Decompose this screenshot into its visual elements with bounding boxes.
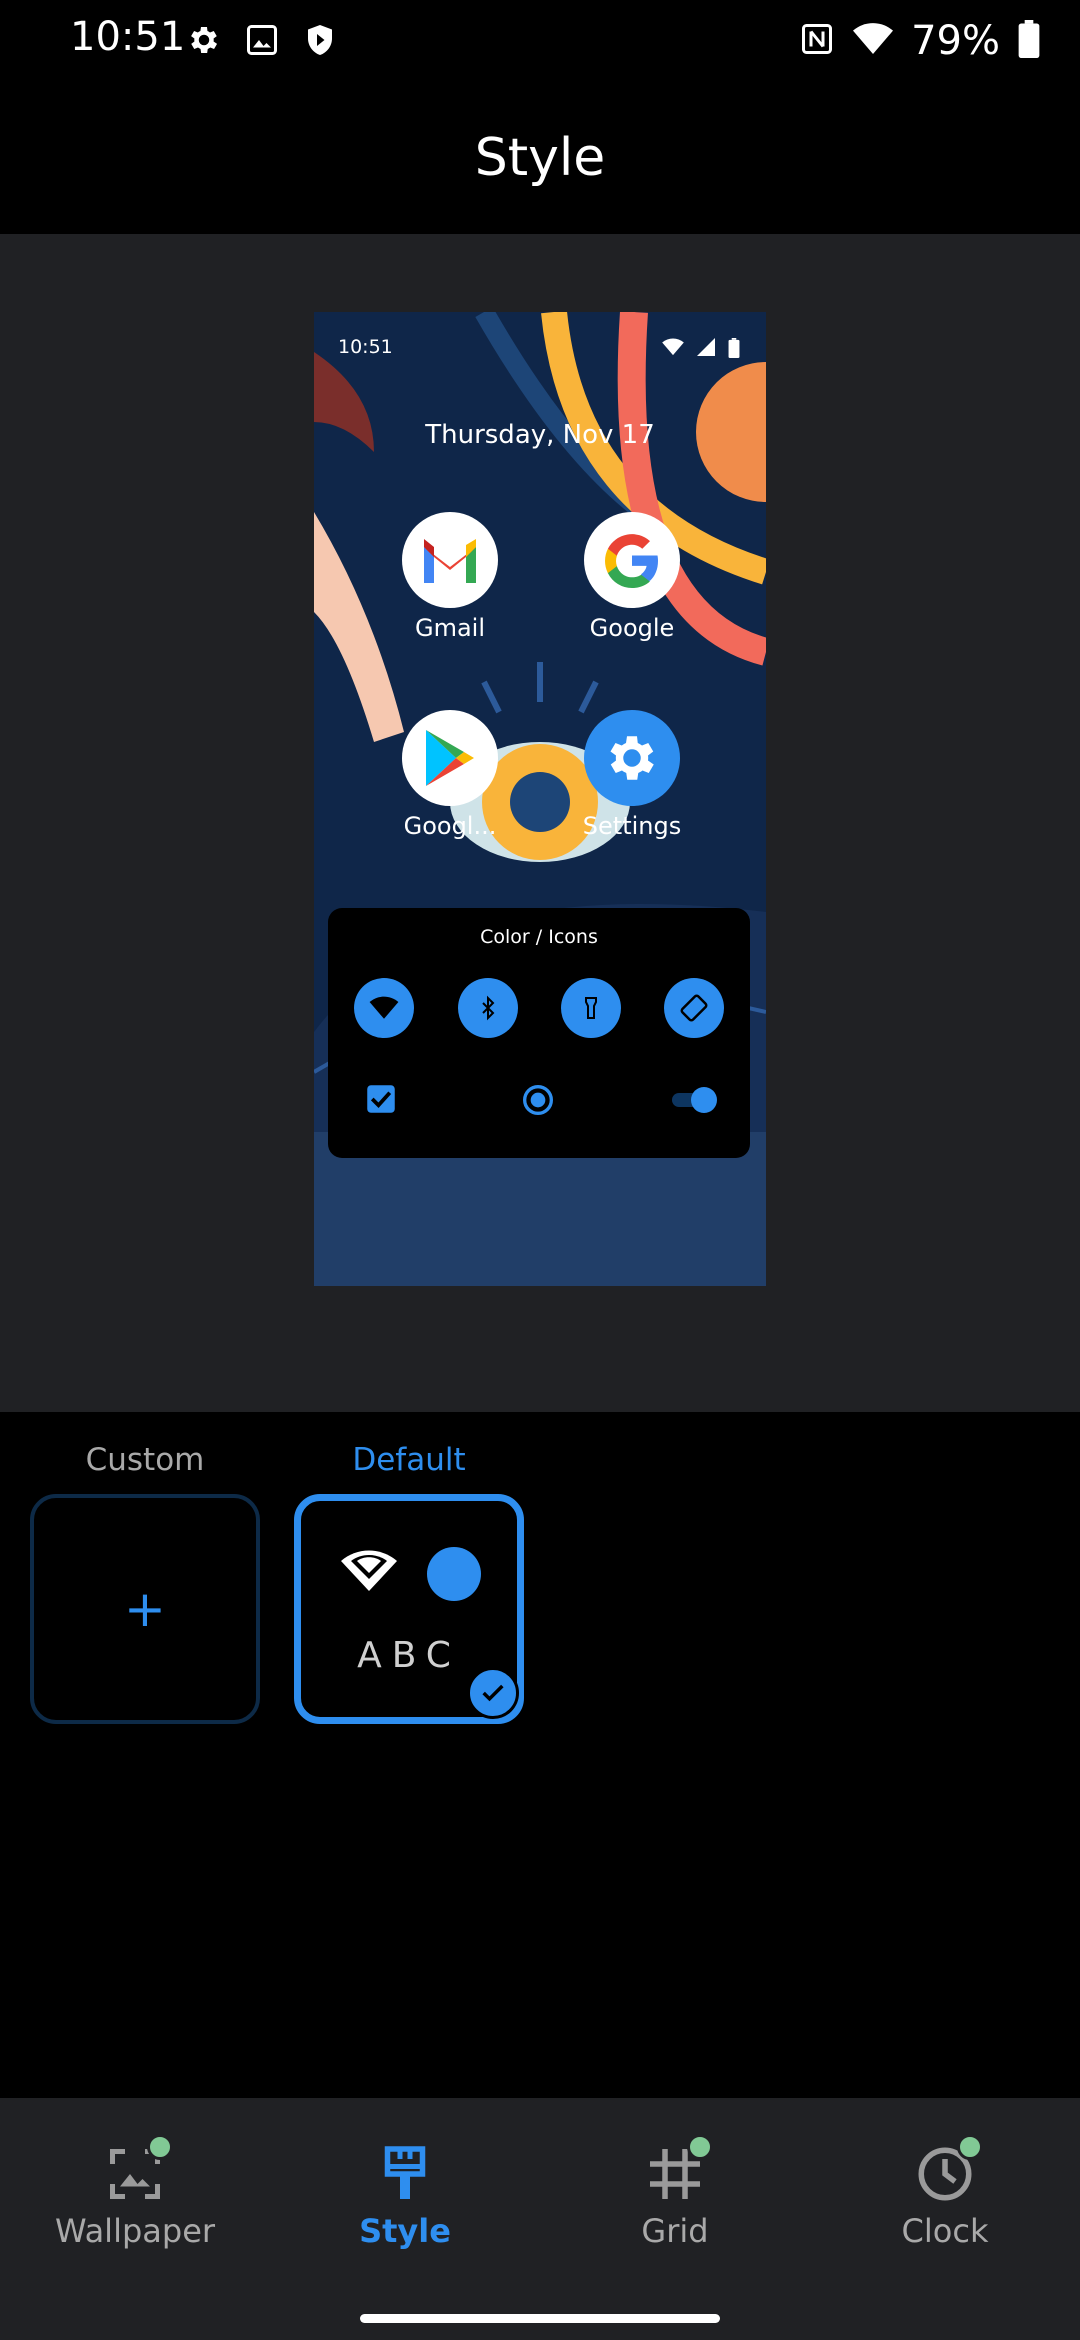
checkbox-sample bbox=[366, 1084, 396, 1118]
status-bar: 10:51 79% bbox=[0, 0, 1080, 84]
status-left-icons bbox=[186, 22, 338, 62]
grid-icon bbox=[645, 2134, 713, 2204]
quick-settings-title: Color / Icons bbox=[480, 926, 598, 948]
quick-settings-preview: Color / Icons bbox=[328, 908, 750, 1158]
settings-icon bbox=[584, 710, 680, 806]
style-brush-icon bbox=[375, 2144, 435, 2204]
app-gmail: Gmail bbox=[380, 512, 520, 642]
preview-time: 10:51 bbox=[338, 336, 393, 358]
app-settings: Settings bbox=[562, 710, 702, 840]
app-label: Google bbox=[589, 614, 675, 642]
nav-label: Style bbox=[359, 2212, 451, 2250]
nav-item-style[interactable]: Style bbox=[270, 2144, 540, 2250]
notification-dot bbox=[957, 2134, 983, 2160]
nav-label: Clock bbox=[901, 2212, 989, 2250]
add-icon: + bbox=[124, 1580, 166, 1638]
home-indicator[interactable] bbox=[360, 2314, 720, 2323]
status-right-icons: 79% bbox=[799, 18, 1040, 64]
battery-icon bbox=[728, 338, 740, 362]
gmail-icon bbox=[402, 512, 498, 608]
app-label: Googl... bbox=[403, 812, 497, 840]
accent-color-dot bbox=[427, 1547, 481, 1601]
wallpaper-icon bbox=[105, 2134, 173, 2204]
preview-date: Thursday, Nov 17 bbox=[425, 420, 655, 450]
option-label-default: Default bbox=[352, 1442, 466, 1478]
wifi-icon bbox=[354, 978, 414, 1038]
shield-icon bbox=[302, 22, 338, 62]
notification-dot bbox=[147, 2134, 173, 2160]
nav-item-wallpaper[interactable]: Wallpaper bbox=[0, 2134, 270, 2250]
gear-icon bbox=[186, 22, 222, 62]
flashlight-icon bbox=[561, 978, 621, 1038]
preview-status-icons bbox=[662, 338, 740, 362]
nav-label: Grid bbox=[641, 2212, 709, 2250]
app-label: Settings bbox=[582, 812, 682, 840]
home-screen-preview: 10:51 Thursday, Nov 17 Gmail Google Goog… bbox=[314, 312, 766, 1286]
wifi-icon bbox=[341, 1547, 397, 1595]
bluetooth-icon bbox=[458, 978, 518, 1038]
option-label-custom: Custom bbox=[85, 1442, 205, 1478]
check-icon bbox=[467, 1667, 519, 1719]
bottom-navigation: Wallpaper Style Grid Clock bbox=[0, 2098, 1080, 2340]
battery-percentage: 79% bbox=[911, 18, 1000, 64]
app-label: Gmail bbox=[414, 614, 486, 642]
status-time: 10:51 bbox=[70, 14, 186, 60]
nav-item-grid[interactable]: Grid bbox=[540, 2134, 810, 2250]
radio-sample bbox=[522, 1084, 554, 1120]
wifi-icon bbox=[662, 338, 684, 362]
rotate-icon bbox=[664, 978, 724, 1038]
page-title: Style bbox=[474, 128, 606, 188]
nav-label: Wallpaper bbox=[54, 2212, 216, 2250]
clock-icon bbox=[915, 2134, 983, 2204]
signal-icon bbox=[696, 338, 716, 362]
battery-icon bbox=[1018, 20, 1040, 62]
wifi-icon bbox=[853, 21, 894, 61]
google-icon bbox=[584, 512, 680, 608]
play-store-icon bbox=[402, 710, 498, 806]
custom-style-card[interactable]: + bbox=[30, 1494, 260, 1724]
app-play-store: Googl... bbox=[380, 710, 520, 840]
switch-sample bbox=[670, 1084, 720, 1120]
nav-item-clock[interactable]: Clock bbox=[810, 2134, 1080, 2250]
image-icon bbox=[244, 22, 280, 62]
notification-dot bbox=[687, 2134, 713, 2160]
default-style-card[interactable]: ABC bbox=[294, 1494, 524, 1724]
app-google: Google bbox=[562, 512, 702, 642]
nfc-icon bbox=[799, 21, 835, 61]
